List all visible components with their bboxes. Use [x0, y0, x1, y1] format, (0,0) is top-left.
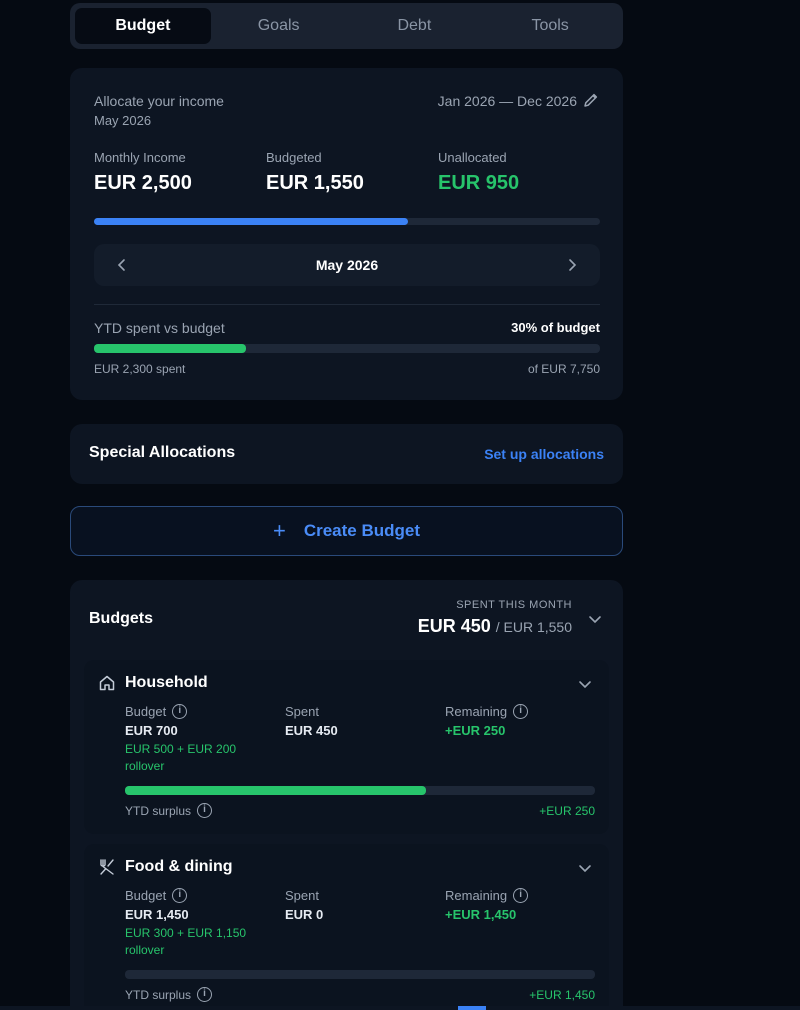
- ytd-percent: 30% of budget: [511, 320, 600, 335]
- create-budget-label: Create Budget: [303, 521, 421, 540]
- ytd-progress-fill: [94, 344, 246, 353]
- unallocated-label: Unallocated: [438, 150, 507, 165]
- chevron-down-icon[interactable]: [577, 676, 593, 692]
- special-allocations-title: Special Allocations: [89, 444, 236, 461]
- spent-this-month: EUR 450 / EUR 1,550: [418, 616, 572, 637]
- income-title: Allocate your income: [94, 93, 224, 109]
- spent-value: EUR 450: [417, 616, 491, 636]
- category-progress-bar: [125, 970, 595, 979]
- bottom-bar: [0, 1006, 800, 1010]
- ytd-progress-bar: [94, 344, 600, 353]
- ytd-surplus-label: YTD surplus: [125, 987, 192, 1002]
- budgeted-label: Budgeted: [266, 150, 322, 165]
- tab-debt[interactable]: Debt: [347, 8, 483, 44]
- budget-category-food-dining[interactable]: Food & dining Budget i EUR 1,450 EUR 300…: [84, 844, 609, 1010]
- create-budget-button[interactable]: + Create Budget: [70, 506, 623, 556]
- remaining-label-row: Remaining i: [445, 704, 529, 719]
- budget-label-row: Budget i: [125, 704, 188, 719]
- spent-label: Spent: [285, 704, 319, 719]
- spent-label: Spent: [285, 888, 319, 903]
- ytd-surplus-row: YTD surplus i: [125, 803, 213, 818]
- allocation-progress-bar: [94, 218, 600, 225]
- current-month: May 2026: [315, 257, 379, 273]
- budget-label-row: Budget i: [125, 888, 188, 903]
- budgets-card: Budgets SPENT THIS MONTH EUR 450 / EUR 1…: [70, 580, 623, 1010]
- monthly-income-label: Monthly Income: [94, 150, 186, 165]
- special-allocations-card: Special Allocations Set up allocations: [70, 424, 623, 484]
- allocation-progress-fill: [94, 218, 408, 225]
- scroll-indicator[interactable]: [458, 1006, 486, 1010]
- spent-this-month-caption: SPENT THIS MONTH: [456, 599, 572, 611]
- budget-note: EUR 300 + EUR 1,150 rollover: [125, 926, 247, 957]
- chevron-down-icon[interactable]: [587, 611, 603, 627]
- ytd-label: YTD spent vs budget: [94, 320, 225, 336]
- monthly-income-value: EUR 2,500: [94, 172, 192, 194]
- unallocated-value: EUR 950: [438, 172, 520, 194]
- utensils-icon: [100, 859, 114, 875]
- category-progress-fill: [125, 786, 426, 795]
- tab-goals[interactable]: Goals: [211, 8, 347, 44]
- tab-budget[interactable]: Budget: [75, 8, 211, 44]
- ytd-surplus-value: +EUR 1,450: [529, 988, 595, 1002]
- plus-icon: +: [272, 518, 286, 543]
- spent-total: / EUR 1,550: [495, 619, 572, 635]
- budget-label: Budget: [125, 704, 167, 719]
- ytd-surplus-label: YTD surplus: [125, 803, 192, 818]
- remaining-label-row: Remaining i: [445, 888, 529, 903]
- date-range: Jan 2026 — Dec 2026: [437, 93, 577, 109]
- info-icon[interactable]: i: [172, 888, 188, 903]
- income-subtitle: May 2026: [94, 113, 152, 128]
- info-icon[interactable]: i: [513, 888, 529, 903]
- category-progress-bar: [125, 786, 595, 795]
- divider: [94, 304, 600, 305]
- ytd-total: of EUR 7,750: [527, 362, 600, 376]
- info-icon[interactable]: i: [197, 987, 213, 1002]
- remaining-label: Remaining: [445, 888, 508, 903]
- remaining-label: Remaining: [445, 704, 508, 719]
- set-up-allocations-link[interactable]: Set up allocations: [484, 446, 604, 462]
- main-tabs: Budget Goals Debt Tools: [70, 3, 623, 49]
- income-allocation-card: Allocate your income May 2026 Jan 2026 —…: [70, 68, 623, 400]
- info-icon[interactable]: i: [172, 704, 188, 719]
- budget-value: EUR 1,450: [125, 907, 189, 922]
- spent-value: EUR 450: [285, 723, 338, 738]
- ytd-surplus-row: YTD surplus i: [125, 987, 213, 1002]
- info-icon[interactable]: i: [197, 803, 213, 818]
- ytd-spent: EUR 2,300 spent: [94, 362, 186, 376]
- budgets-title: Budgets: [89, 610, 153, 627]
- month-navigator: May 2026: [94, 244, 600, 286]
- edit-pencil-icon[interactable]: [583, 92, 599, 108]
- home-icon: [99, 675, 115, 691]
- budget-note: EUR 500 + EUR 200 rollover: [125, 742, 237, 773]
- chevron-right-icon[interactable]: [562, 255, 582, 275]
- budgeted-value: EUR 1,550: [266, 172, 364, 194]
- info-icon[interactable]: i: [513, 704, 529, 719]
- spent-value: EUR 0: [285, 907, 324, 922]
- category-name: Food & dining: [125, 858, 233, 875]
- remaining-value: +EUR 1,450: [445, 907, 517, 922]
- category-name: Household: [125, 674, 208, 691]
- chevron-down-icon[interactable]: [577, 860, 593, 876]
- budget-label: Budget: [125, 888, 167, 903]
- ytd-surplus-value: +EUR 250: [539, 804, 595, 818]
- budget-value: EUR 700: [125, 723, 178, 738]
- tab-tools[interactable]: Tools: [482, 8, 618, 44]
- budget-category-household[interactable]: Household Budget i EUR 700 EUR 500 + EUR…: [84, 660, 609, 834]
- remaining-value: +EUR 250: [445, 723, 506, 738]
